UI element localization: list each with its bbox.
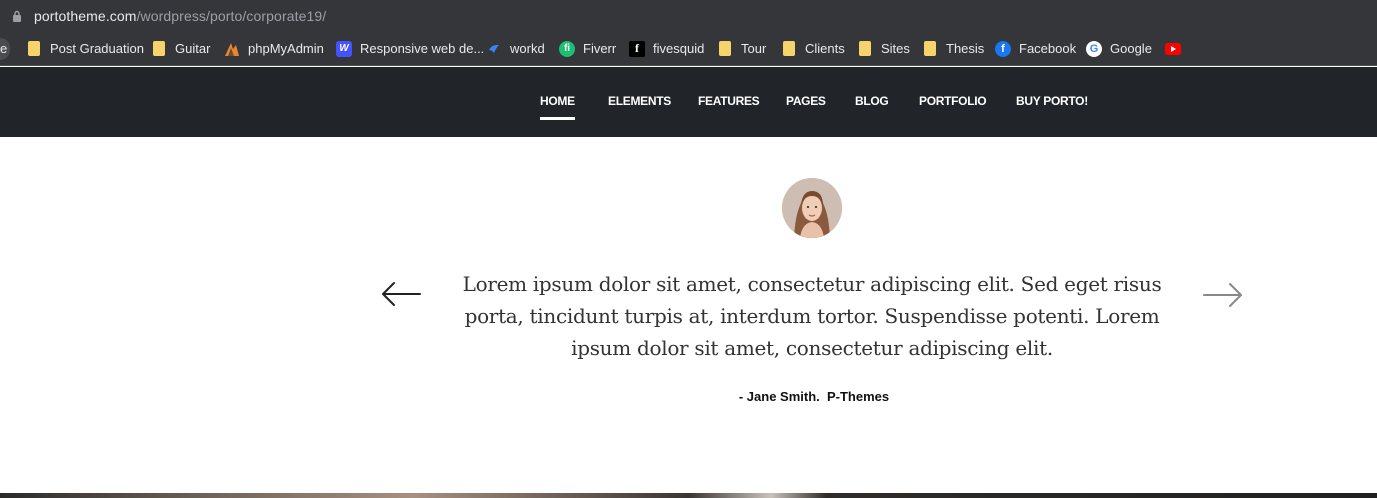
folder-icon bbox=[922, 41, 938, 57]
bookmark-label: Tour bbox=[741, 41, 767, 56]
quote-line: porta, tincidunt turpis at, interdum tor… bbox=[464, 304, 1160, 328]
bookmark-sites[interactable]: Sites bbox=[857, 32, 910, 65]
folder-icon bbox=[781, 41, 797, 57]
workd-icon bbox=[486, 41, 502, 57]
url-path: /wordpress/porto/corporate19/ bbox=[136, 8, 327, 24]
bookmark-label: Fiverr bbox=[583, 41, 617, 56]
nav-blog[interactable]: BLOG bbox=[855, 94, 889, 108]
address-bar[interactable]: portotheme.com/wordpress/porto/corporate… bbox=[0, 0, 1377, 32]
bookmark-label: Facebook bbox=[1019, 41, 1077, 56]
nav-portfolio[interactable]: PORTFOLIO bbox=[919, 94, 987, 108]
phpmyadmin-icon bbox=[224, 41, 240, 57]
bookmark-fiverr[interactable]: fi Fiverr bbox=[559, 32, 616, 65]
site-navbar: HOME ELEMENTS FEATURES PAGES BLOG PORTFO… bbox=[0, 67, 1377, 137]
folder-icon bbox=[717, 41, 733, 57]
bookmark-label: Sites bbox=[881, 41, 910, 56]
facebook-icon: f bbox=[995, 40, 1011, 57]
webflow-icon: W bbox=[336, 40, 352, 57]
bookmark-tour[interactable]: Tour bbox=[717, 32, 766, 65]
folder-icon bbox=[26, 41, 42, 57]
fivesquid-icon: f bbox=[629, 40, 645, 57]
bookmark-label: Guitar bbox=[175, 41, 211, 56]
bookmark-edge-label: e bbox=[0, 41, 8, 56]
next-section-image-edge bbox=[0, 493, 1377, 498]
nav-pages[interactable]: PAGES bbox=[786, 94, 826, 108]
bookmark-clients[interactable]: Clients bbox=[781, 32, 845, 65]
bookmark-label: fivesquid bbox=[653, 41, 705, 56]
google-icon: G bbox=[1086, 40, 1102, 57]
bookmark-responsive-web[interactable]: W Responsive web de... bbox=[336, 32, 484, 65]
bookmark-label: Google bbox=[1110, 41, 1152, 56]
bookmark-fivesquid[interactable]: f fivesquid bbox=[629, 32, 704, 65]
arrow-left-icon[interactable] bbox=[380, 280, 422, 310]
avatar bbox=[782, 178, 842, 238]
fiverr-icon: fi bbox=[559, 40, 575, 57]
folder-icon bbox=[857, 41, 873, 57]
youtube-icon bbox=[1165, 41, 1181, 57]
bookmark-label: phpMyAdmin bbox=[248, 41, 324, 56]
bookmark-facebook[interactable]: f Facebook bbox=[995, 32, 1076, 65]
bookmark-youtube[interactable] bbox=[1165, 32, 1189, 65]
bookmark-thesis[interactable]: Thesis bbox=[922, 32, 984, 65]
bookmark-label: Clients bbox=[805, 41, 845, 56]
url-host: portotheme.com bbox=[34, 8, 137, 24]
nav-active-underline bbox=[540, 117, 575, 120]
bookmark-label: Responsive web de... bbox=[360, 41, 485, 56]
bookmark-google[interactable]: G Google bbox=[1086, 32, 1152, 65]
testimonial-quote: Lorem ipsum dolor sit amet, consectetur … bbox=[462, 268, 1162, 364]
bookmark-post-graduation[interactable]: Post Graduation bbox=[26, 32, 144, 65]
bookmark-phpmyadmin[interactable]: phpMyAdmin bbox=[224, 32, 324, 65]
bookmark-guitar[interactable]: Guitar bbox=[151, 32, 210, 65]
bookmark-label: Thesis bbox=[946, 41, 985, 56]
url-text[interactable]: portotheme.com/wordpress/porto/corporate… bbox=[34, 8, 326, 24]
testimonial-author: - Jane Smith. P-Themes bbox=[738, 389, 890, 404]
arrow-right-icon[interactable] bbox=[1202, 281, 1244, 311]
bookmark-label: workd bbox=[510, 41, 545, 56]
folder-icon bbox=[151, 41, 167, 57]
nav-buy-porto[interactable]: BUY PORTO! bbox=[1016, 94, 1088, 108]
nav-home[interactable]: HOME bbox=[540, 94, 575, 108]
bookmark-workd[interactable]: workd bbox=[486, 32, 545, 65]
bookmarks-bar: e Post Graduation Guitar phpMyAdmin W Re… bbox=[0, 32, 1377, 66]
quote-line: Lorem ipsum dolor sit amet, consectetur … bbox=[462, 272, 1162, 296]
lock-icon bbox=[13, 10, 21, 22]
nav-elements[interactable]: ELEMENTS bbox=[608, 94, 671, 108]
quote-line: ipsum dolor sit amet, consectetur adipis… bbox=[571, 336, 1053, 360]
nav-features[interactable]: FEATURES bbox=[698, 94, 760, 108]
bookmark-label: Post Graduation bbox=[50, 41, 144, 56]
